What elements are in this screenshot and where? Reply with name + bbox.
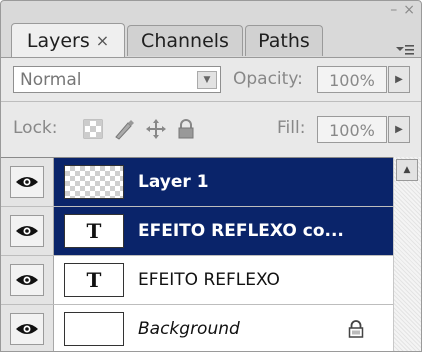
layer-row[interactable]: T EFEITO REFLEXO co... xyxy=(1,207,393,256)
text-layer-thumbnail: T xyxy=(64,263,124,297)
layer-row[interactable]: T EFEITO REFLEXO xyxy=(1,256,393,305)
layer-name: Layer 1 xyxy=(138,172,209,192)
layer-name: Background xyxy=(138,319,240,339)
tab-paths-label: Paths xyxy=(258,30,310,52)
blend-mode-select[interactable]: Normal ▼ xyxy=(13,66,221,93)
lock-all-icon[interactable] xyxy=(177,119,195,143)
layer-main[interactable]: T EFEITO REFLEXO xyxy=(54,256,393,304)
fill-input[interactable]: 100% xyxy=(317,116,387,143)
blend-opacity-row: Normal ▼ Opacity: 100% ▶ xyxy=(1,57,421,102)
panel-frame: – × Layers × Channels Paths Normal ▼ Opa… xyxy=(0,0,422,352)
lock-fill-row: Lock: Fill: 100% ▶ xyxy=(1,101,421,158)
visibility-toggle[interactable] xyxy=(1,158,54,206)
lock-label: Lock: xyxy=(13,118,58,138)
fill-slider-button[interactable]: ▶ xyxy=(388,116,410,143)
scrollbar[interactable]: ▲ xyxy=(393,157,421,351)
lock-image-icon[interactable] xyxy=(113,118,135,144)
layer-name: EFEITO REFLEXO co... xyxy=(138,221,344,241)
lock-icons xyxy=(83,118,195,144)
layer-thumbnail xyxy=(64,165,124,199)
layers-list: Layer 1 T EFEITO REFLEXO co... T EFEITO … xyxy=(1,157,393,351)
eye-icon xyxy=(10,166,44,198)
tab-layers[interactable]: Layers × xyxy=(11,23,125,57)
opacity-slider-button[interactable]: ▶ xyxy=(388,66,410,93)
tab-channels-label: Channels xyxy=(141,30,229,52)
tab-paths[interactable]: Paths xyxy=(245,25,323,56)
tab-channels[interactable]: Channels xyxy=(127,25,243,56)
window-controls: – × xyxy=(390,3,415,17)
chevron-up-icon: ▲ xyxy=(403,165,411,175)
visibility-toggle[interactable] xyxy=(1,207,54,255)
eye-icon xyxy=(10,215,44,247)
lock-icon xyxy=(347,319,365,343)
tab-bar: Layers × Channels Paths xyxy=(1,17,421,57)
eye-icon xyxy=(10,313,44,345)
opacity-input[interactable]: 100% xyxy=(317,66,387,93)
fill-label: Fill: xyxy=(277,118,306,138)
scroll-up-button[interactable]: ▲ xyxy=(396,159,418,181)
layer-main[interactable]: T EFEITO REFLEXO co... xyxy=(54,207,393,255)
tab-close-icon[interactable]: × xyxy=(96,31,109,50)
layer-row[interactable]: Layer 1 xyxy=(1,158,393,207)
blend-mode-value: Normal xyxy=(20,70,82,90)
layer-main[interactable]: Layer 1 xyxy=(54,158,393,206)
opacity-label: Opacity: xyxy=(233,69,303,89)
visibility-toggle[interactable] xyxy=(1,305,54,351)
minimize-button[interactable]: – xyxy=(390,3,397,17)
chevron-down-icon[interactable]: ▼ xyxy=(197,71,217,89)
layer-main[interactable]: Background xyxy=(54,305,393,351)
layer-name: EFEITO REFLEXO xyxy=(138,270,280,290)
tab-layers-label: Layers xyxy=(26,29,90,52)
lock-transparent-icon[interactable] xyxy=(83,119,103,143)
layers-panel: – × Layers × Channels Paths Normal ▼ Opa… xyxy=(0,0,422,352)
visibility-toggle[interactable] xyxy=(1,256,54,304)
eye-icon xyxy=(10,264,44,296)
lock-position-icon[interactable] xyxy=(145,118,167,144)
text-layer-thumbnail: T xyxy=(64,214,124,248)
close-button[interactable]: × xyxy=(403,3,415,17)
layer-row[interactable]: Background xyxy=(1,305,393,351)
chevron-right-icon: ▶ xyxy=(395,74,403,85)
chevron-right-icon: ▶ xyxy=(395,124,403,135)
background-thumbnail xyxy=(64,312,124,346)
